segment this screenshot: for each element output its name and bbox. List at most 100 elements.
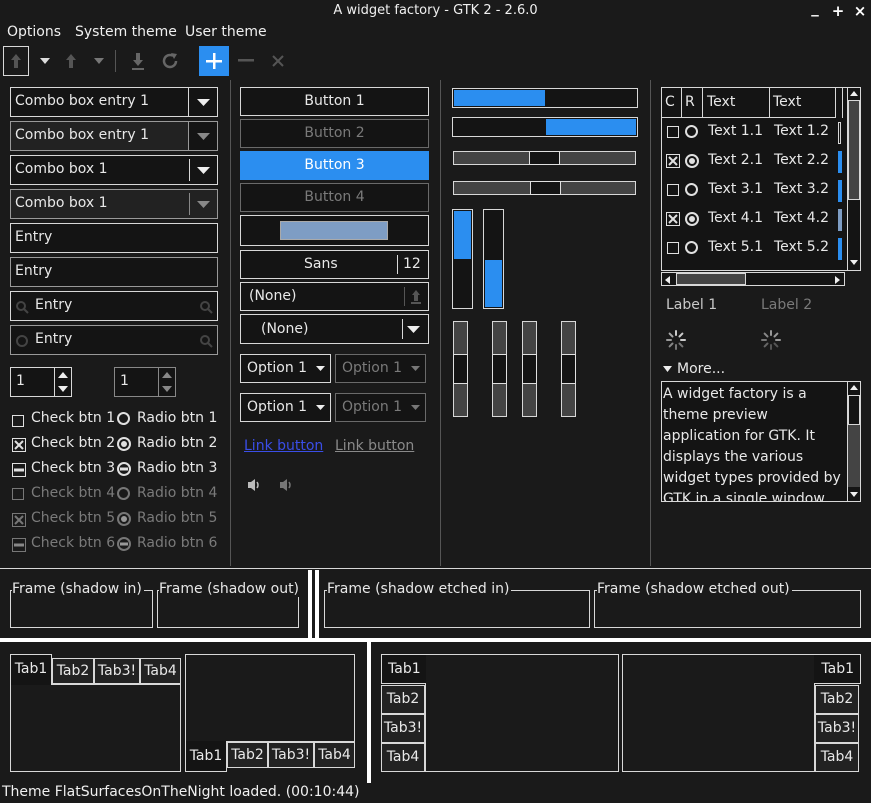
- search-entry[interactable]: Entry: [10, 291, 218, 321]
- combo-dropdown-button-disabled[interactable]: [188, 121, 218, 151]
- tree-header-text-2[interactable]: Text: [773, 94, 801, 110]
- entry-field-2[interactable]: Entry: [10, 257, 218, 287]
- row-checkbox[interactable]: [667, 242, 679, 254]
- option-menu-3[interactable]: Option 1: [240, 393, 331, 422]
- menu-user-theme[interactable]: User theme: [185, 24, 267, 40]
- table-row[interactable]: Text 4.1 Text 4.2: [662, 205, 846, 234]
- check-btn-3[interactable]: [12, 463, 26, 481]
- row-radio[interactable]: [685, 241, 698, 254]
- table-row[interactable]: Text 5.1 Text 5.2: [662, 234, 846, 263]
- check-btn-1[interactable]: [12, 413, 24, 429]
- vscale-4[interactable]: [561, 321, 576, 417]
- combo-box-disabled[interactable]: Combo box 1: [10, 189, 218, 219]
- horizontal-scrollbar[interactable]: [661, 272, 845, 286]
- pane-handle[interactable]: [367, 642, 371, 783]
- chevron-up-icon[interactable]: [58, 372, 68, 378]
- toolbar-remove-button[interactable]: [233, 46, 259, 76]
- file-chooser-button[interactable]: (None): [240, 282, 429, 311]
- option-menu-1[interactable]: Option 1: [240, 354, 331, 383]
- table-row[interactable]: Text 3.1 Text 3.2: [662, 176, 846, 205]
- option-menu-4[interactable]: Option 1: [335, 393, 426, 422]
- expander-arrow-icon[interactable]: [663, 366, 672, 372]
- scale-knob[interactable]: [453, 354, 468, 384]
- option-menu-2[interactable]: Option 1: [335, 354, 426, 383]
- menu-system-theme[interactable]: System theme: [75, 24, 177, 40]
- tab-3[interactable]: Tab3!: [94, 658, 140, 684]
- chevron-down-icon[interactable]: [850, 260, 858, 265]
- checkbox-checked-icon[interactable]: [666, 212, 680, 226]
- spin-button-disabled[interactable]: 1: [114, 367, 176, 397]
- toolbar-up-button[interactable]: [3, 46, 29, 76]
- tab-3[interactable]: Tab3!: [815, 714, 859, 743]
- color-button[interactable]: [240, 215, 429, 246]
- scale-knob[interactable]: [530, 181, 561, 195]
- tree-view[interactable]: C R Text Text Text 1.1 Text 1.2 Text 2.1…: [661, 87, 861, 271]
- radio-btn-2[interactable]: [117, 437, 131, 455]
- scale-knob[interactable]: [529, 151, 560, 165]
- check-btn-5[interactable]: [12, 513, 26, 531]
- pane-handle[interactable]: [315, 570, 319, 638]
- tab-3[interactable]: Tab3!: [381, 714, 425, 743]
- radio-btn-1[interactable]: [117, 412, 130, 425]
- chevron-left-icon[interactable]: [665, 276, 670, 284]
- row-checkbox[interactable]: [667, 126, 679, 138]
- row-radio[interactable]: [685, 125, 698, 138]
- radio-checked-icon[interactable]: [685, 154, 699, 168]
- spin-button[interactable]: 1: [10, 367, 72, 397]
- chevron-down-icon[interactable]: [58, 386, 68, 392]
- radio-checked-icon[interactable]: [685, 212, 699, 226]
- tab-4[interactable]: Tab4: [140, 658, 181, 684]
- tab-1[interactable]: Tab1: [185, 741, 227, 772]
- vertical-scrollbar[interactable]: [847, 382, 860, 501]
- vscale-3[interactable]: [522, 321, 537, 417]
- check-btn-2[interactable]: [12, 438, 26, 456]
- toolbar-close-button[interactable]: [265, 46, 291, 76]
- scrollbar-thumb[interactable]: [676, 273, 746, 285]
- tab-1[interactable]: Tab1: [381, 654, 426, 684]
- link-button-1[interactable]: Link button: [244, 438, 323, 454]
- tab-2[interactable]: Tab2: [815, 685, 859, 714]
- row-radio[interactable]: [685, 183, 698, 196]
- row-checkbox[interactable]: [667, 184, 679, 196]
- radio-btn-5[interactable]: [117, 512, 131, 530]
- button-2[interactable]: Button 2: [240, 119, 429, 148]
- tree-header-r[interactable]: R: [685, 94, 695, 110]
- scrollbar-thumb[interactable]: [848, 100, 860, 200]
- chevron-up-icon[interactable]: [850, 385, 858, 390]
- radio-btn-6[interactable]: [117, 537, 131, 555]
- vertical-scrollbar[interactable]: [847, 88, 860, 270]
- scale-knob[interactable]: [492, 354, 507, 384]
- minimize-button[interactable]: _: [805, 0, 825, 18]
- vscale-2[interactable]: [492, 321, 507, 417]
- text-view[interactable]: A widget factory is a theme preview appl…: [661, 381, 861, 502]
- check-btn-6[interactable]: [12, 538, 26, 556]
- table-row[interactable]: Text 2.1 Text 2.2: [662, 147, 846, 176]
- tree-header-c[interactable]: C: [665, 94, 675, 110]
- radio-btn-4[interactable]: [117, 487, 130, 500]
- button-3[interactable]: Button 3: [240, 151, 429, 180]
- chevron-up-icon[interactable]: [850, 91, 858, 96]
- vscale-1[interactable]: [453, 321, 468, 417]
- combo-box[interactable]: Combo box 1: [10, 155, 218, 185]
- text-view-content[interactable]: A widget factory is a theme preview appl…: [663, 384, 845, 501]
- volume-icon[interactable]: [278, 477, 294, 493]
- toolbar-up-dropdown[interactable]: [38, 46, 52, 76]
- close-button[interactable]: ×: [850, 1, 870, 21]
- tab-1[interactable]: Tab1: [10, 654, 52, 685]
- toolbar-up-dropdown-2[interactable]: [92, 46, 106, 76]
- button-4[interactable]: Button 4: [240, 183, 429, 212]
- font-button[interactable]: Sans 12: [240, 250, 429, 279]
- chevron-down-icon[interactable]: [162, 386, 172, 392]
- toolbar-refresh-button[interactable]: [157, 46, 183, 76]
- radio-btn-3[interactable]: [117, 462, 131, 480]
- chevron-up-icon[interactable]: [162, 372, 172, 378]
- combo-dropdown-button[interactable]: [188, 87, 218, 117]
- combo-none[interactable]: (None): [240, 314, 429, 344]
- expander-more[interactable]: More...: [677, 361, 725, 377]
- check-btn-4[interactable]: [12, 488, 24, 500]
- hscale-1[interactable]: [453, 151, 636, 165]
- tab-2[interactable]: Tab2: [227, 742, 268, 768]
- tab-4[interactable]: Tab4: [314, 742, 355, 768]
- horizontal-pane-handle[interactable]: [0, 638, 871, 642]
- button-1[interactable]: Button 1: [240, 87, 429, 116]
